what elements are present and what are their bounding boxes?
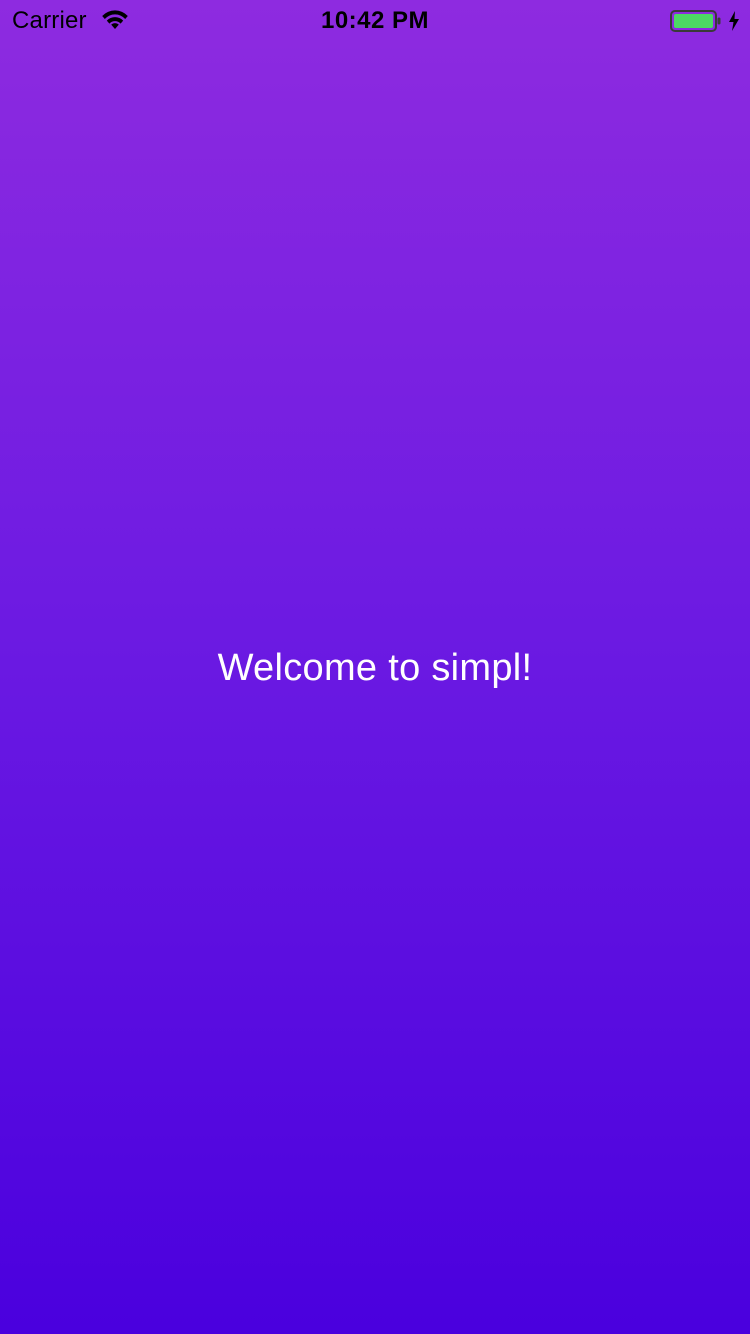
battery-icon xyxy=(670,9,722,33)
status-time: 10:42 PM xyxy=(320,7,430,34)
charging-bolt-icon xyxy=(727,10,741,32)
welcome-message: Welcome to simpl! xyxy=(217,647,533,689)
status-bar: Carrier 10:42 PM xyxy=(0,0,750,40)
welcome-screen: Carrier 10:42 PM Welcome to simpl! xyxy=(0,0,750,1334)
